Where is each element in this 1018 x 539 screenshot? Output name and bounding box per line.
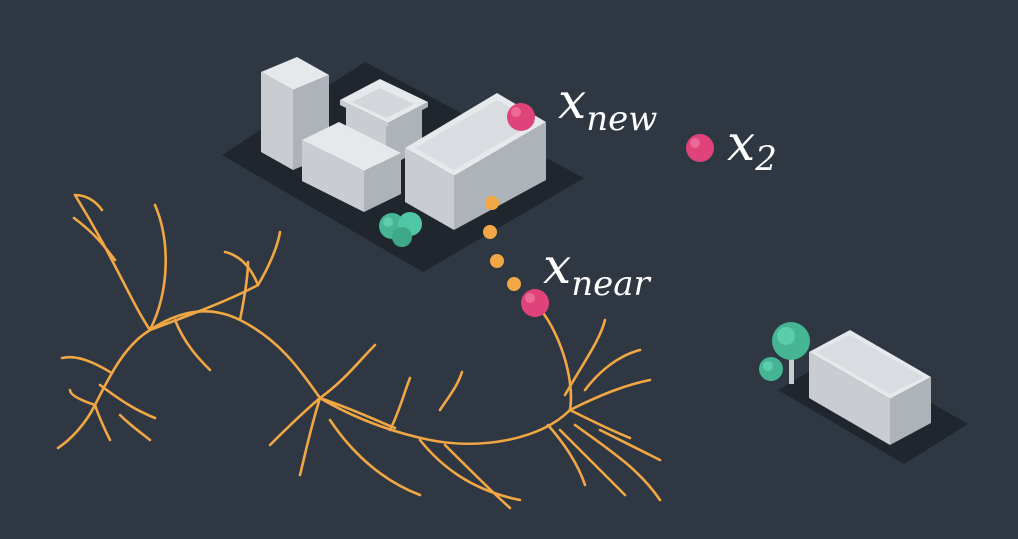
label-x-near: xnear bbox=[543, 237, 651, 304]
rrt-scene: xnew x2 xnear bbox=[56, 57, 968, 510]
node-x-2 bbox=[686, 134, 714, 162]
path-dot bbox=[483, 225, 497, 239]
path-dot bbox=[490, 254, 504, 268]
tree-icon bbox=[759, 322, 810, 384]
label-x-new: xnew bbox=[558, 72, 657, 139]
label-x-2: x2 bbox=[727, 114, 777, 179]
node-x-new bbox=[507, 103, 535, 131]
building-icon bbox=[809, 330, 931, 445]
path-dot bbox=[507, 277, 521, 291]
path-dot bbox=[485, 196, 499, 210]
